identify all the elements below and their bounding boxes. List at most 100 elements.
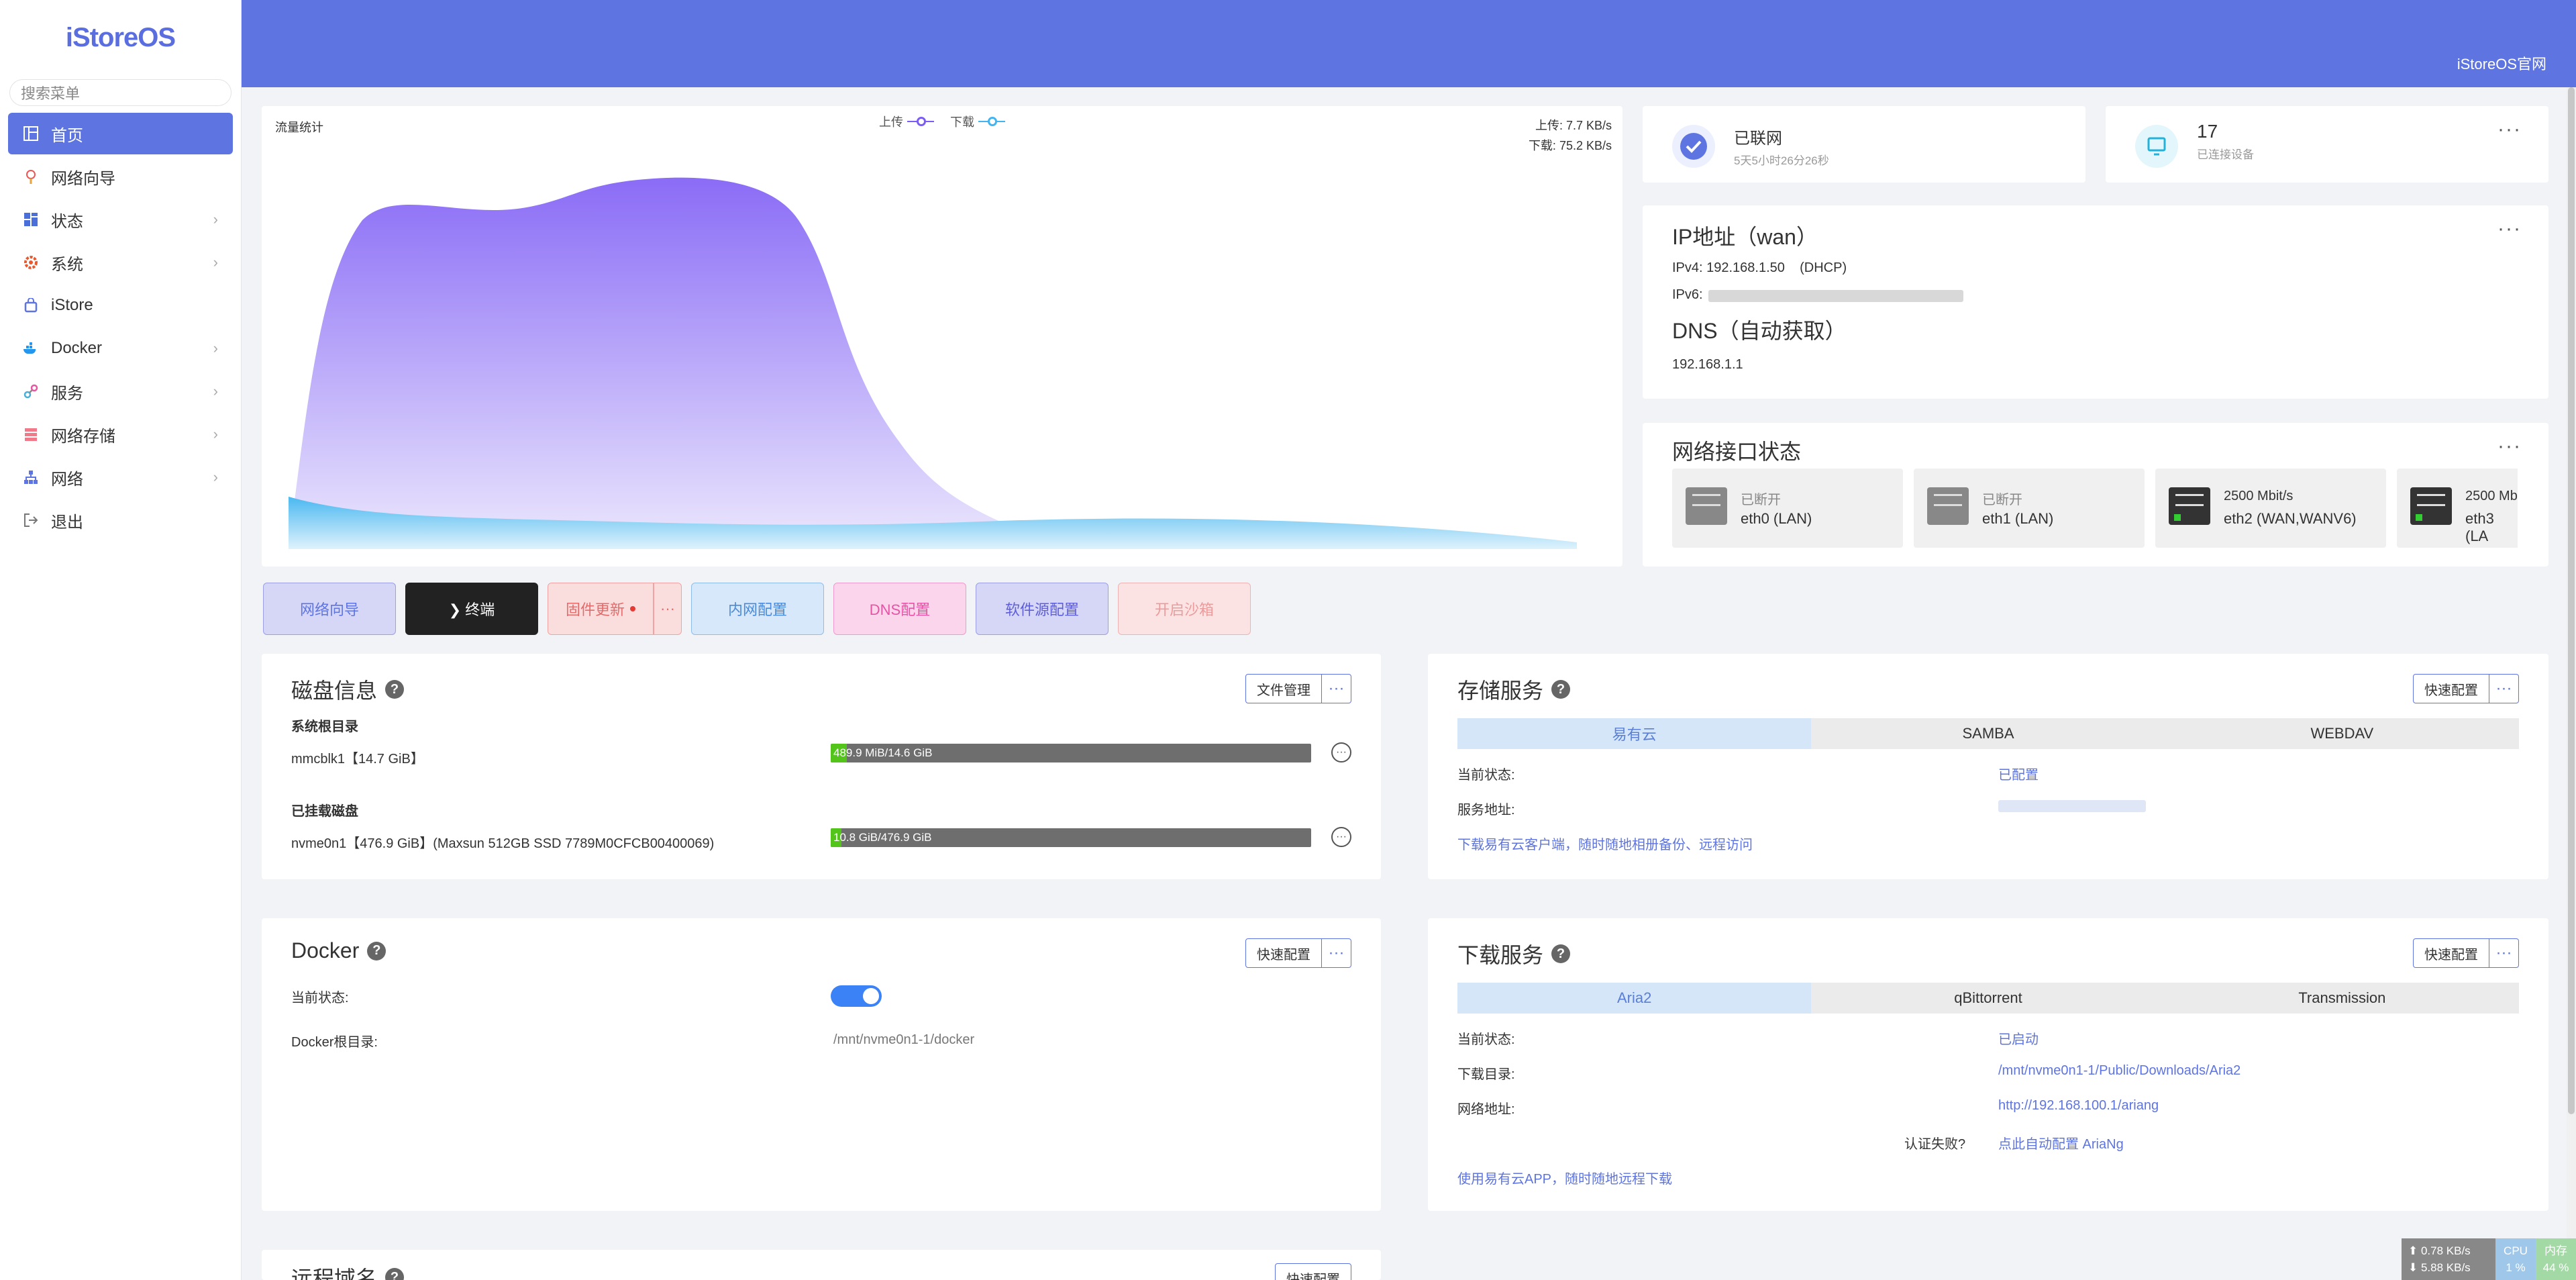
tab-qbittorrent[interactable]: qBittorrent bbox=[1811, 983, 2165, 1014]
update-dot-icon bbox=[630, 606, 635, 611]
remote-section-title: 远程域名 ? bbox=[291, 1262, 405, 1280]
sidebar-item-label: 首页 bbox=[51, 126, 83, 145]
terminal-button[interactable]: ❯ 终端 bbox=[405, 583, 538, 635]
sidebar-item-label: 状态 bbox=[51, 212, 83, 231]
mounted-disk-more-icon[interactable]: ··· bbox=[1331, 827, 1351, 847]
help-icon[interactable]: ? bbox=[385, 1268, 405, 1280]
tab-webdav[interactable]: WEBDAV bbox=[2165, 718, 2519, 749]
interface-name: eth0 (LAN) bbox=[1741, 510, 1812, 527]
sidebar-item-network[interactable]: 网络 › bbox=[8, 456, 233, 498]
devices-more-icon[interactable]: ··· bbox=[2497, 118, 2522, 141]
download-state-value: 已启动 bbox=[1998, 1032, 2039, 1047]
mounted-usage-text: 10.8 GiB/476.9 GiB bbox=[833, 831, 932, 844]
storage-quick-config-button[interactable]: 快速配置 bbox=[2413, 674, 2489, 703]
chevron-right-icon: › bbox=[213, 426, 218, 442]
logout-icon bbox=[23, 512, 39, 528]
lan-config-button[interactable]: 内网配置 bbox=[691, 583, 824, 635]
sidebar-item-services[interactable]: 服务 › bbox=[8, 371, 233, 412]
docker-section-title: Docker ? bbox=[291, 938, 387, 963]
storage-download-link[interactable]: 下载易有云客户端，随时随地相册备份、远程访问 bbox=[1457, 834, 1753, 853]
file-manager-button[interactable]: 文件管理 bbox=[1245, 674, 1322, 703]
docker-root-value: /mnt/nvme0n1-1/docker bbox=[833, 1032, 975, 1047]
wizard-icon bbox=[23, 168, 39, 185]
root-dir-heading: 系统根目录 bbox=[291, 720, 358, 734]
interface-eth3[interactable]: 2500 Mb eth3 (LA bbox=[2397, 469, 2518, 548]
firmware-update-button[interactable]: 固件更新 bbox=[548, 583, 654, 635]
interfaces-more-icon[interactable]: ··· bbox=[2497, 435, 2522, 458]
devices-count: 17 bbox=[2197, 121, 2218, 142]
sidebar-item-nas[interactable]: 网络存储 › bbox=[8, 413, 233, 455]
ip-more-icon[interactable]: ··· bbox=[2497, 217, 2522, 240]
sidebar-item-status[interactable]: 状态 › bbox=[8, 199, 233, 240]
connected-title: 已联网 bbox=[1734, 130, 1782, 148]
sidebar-item-wizard[interactable]: 网络向导 bbox=[8, 156, 233, 197]
status-icon bbox=[23, 211, 39, 228]
sidebar-item-docker[interactable]: Docker › bbox=[8, 328, 233, 369]
ethernet-port-icon bbox=[2169, 487, 2210, 525]
sidebar-item-system[interactable]: 系统 › bbox=[8, 242, 233, 283]
sidebar-item-label: 网络 bbox=[51, 470, 83, 489]
interface-eth2[interactable]: 2500 Mbit/s eth2 (WAN,WANV6) bbox=[2155, 469, 2386, 548]
system-monitor[interactable]: ⬆ 0.78 KB/s ⬇ 5.88 KB/s CPU 1 % 内存 44 % bbox=[2402, 1238, 2576, 1280]
tab-transmission[interactable]: Transmission bbox=[2165, 983, 2519, 1014]
disk-title: 磁盘信息 bbox=[291, 679, 378, 703]
network-wizard-button[interactable]: 网络向导 bbox=[263, 583, 396, 635]
sidebar-item-home[interactable]: 首页 bbox=[8, 113, 233, 154]
sidebar-item-istore[interactable]: iStore bbox=[8, 285, 233, 326]
upload-speed: ⬆ 0.78 KB/s bbox=[2408, 1244, 2471, 1257]
firmware-update-label: 固件更新 bbox=[565, 601, 625, 618]
interfaces-title: 网络接口状态 bbox=[1672, 440, 1802, 464]
search-input[interactable]: 搜索菜单 bbox=[9, 79, 231, 106]
logo[interactable]: iStoreOS bbox=[0, 0, 241, 75]
help-icon[interactable]: ? bbox=[1551, 944, 1571, 963]
docker-enable-toggle[interactable] bbox=[831, 985, 882, 1007]
download-dir-value[interactable]: /mnt/nvme0n1-1/Public/Downloads/Aria2 bbox=[1998, 1063, 2240, 1079]
sandbox-button[interactable]: 开启沙箱 bbox=[1118, 583, 1251, 635]
scrollbar-thumb[interactable] bbox=[2568, 87, 2575, 1114]
ip-card: IP地址（wan） ··· IPv4: 192.168.1.50 (DHCP) … bbox=[1643, 205, 2548, 399]
connected-icon bbox=[1672, 125, 1715, 168]
software-source-button[interactable]: 软件源配置 bbox=[976, 583, 1109, 635]
interface-status: 已断开 bbox=[1741, 493, 1781, 507]
storage-icon bbox=[23, 426, 39, 442]
dns-title: DNS（自动获取） bbox=[1672, 319, 1847, 343]
remote-quick-config-button[interactable]: 快速配置 bbox=[1275, 1263, 1351, 1280]
ethernet-port-icon bbox=[1927, 487, 1969, 525]
istore-site-link[interactable]: iStoreOS官网 bbox=[2457, 52, 2546, 74]
chevron-right-icon: › bbox=[213, 340, 218, 356]
help-icon[interactable]: ? bbox=[1551, 680, 1571, 699]
download-title: 下载服务 bbox=[1457, 943, 1544, 967]
interface-name: eth3 (LA bbox=[2465, 510, 2494, 544]
upload-area bbox=[289, 177, 1577, 549]
download-section-title: 下载服务 ? bbox=[1457, 938, 1571, 969]
root-disk-more-icon[interactable]: ··· bbox=[1331, 742, 1351, 762]
help-icon[interactable]: ? bbox=[385, 680, 405, 699]
disk-section-title: 磁盘信息 ? bbox=[291, 674, 405, 705]
dns-value: 192.168.1.1 bbox=[1672, 357, 1743, 372]
storage-more-button[interactable]: ··· bbox=[2489, 674, 2519, 703]
page-scrollbar[interactable] bbox=[2567, 87, 2576, 1280]
download-more-button[interactable]: ··· bbox=[2489, 938, 2519, 968]
tab-aria2[interactable]: Aria2 bbox=[1457, 983, 1812, 1014]
tab-yiyouyun[interactable]: 易有云 bbox=[1457, 718, 1812, 749]
help-icon[interactable]: ? bbox=[367, 941, 387, 961]
auto-config-ariang-link[interactable]: 点此自动配置 AriaNg bbox=[1998, 1133, 2124, 1152]
chevron-right-icon: › bbox=[213, 383, 218, 399]
sidebar-item-logout[interactable]: 退出 bbox=[8, 499, 233, 541]
download-quick-config-button[interactable]: 快速配置 bbox=[2413, 938, 2489, 968]
download-url-value[interactable]: http://192.168.100.1/ariang bbox=[1998, 1098, 2159, 1114]
ipv4-value: IPv4: 192.168.1.50 (DHCP) bbox=[1672, 260, 1847, 275]
sidebar-item-label: 退出 bbox=[51, 513, 83, 532]
download-tabs: Aria2 qBittorrent Transmission bbox=[1457, 983, 2519, 1014]
interface-eth0[interactable]: 已断开 eth0 (LAN) bbox=[1672, 469, 1903, 548]
sidebar-item-label: 网络存储 bbox=[51, 427, 115, 446]
firmware-more-button[interactable]: ··· bbox=[654, 583, 682, 635]
download-app-link[interactable]: 使用易有云APP，随时随地远程下载 bbox=[1457, 1168, 1672, 1187]
interface-eth1[interactable]: 已断开 eth1 (LAN) bbox=[1914, 469, 2145, 548]
dns-config-button[interactable]: DNS配置 bbox=[833, 583, 966, 635]
disk-more-button[interactable]: ··· bbox=[1322, 674, 1351, 703]
docker-more-button[interactable]: ··· bbox=[1322, 938, 1351, 968]
cpu-value: 1 % bbox=[2506, 1261, 2526, 1274]
tab-samba[interactable]: SAMBA bbox=[1811, 718, 2165, 749]
docker-quick-config-button[interactable]: 快速配置 bbox=[1245, 938, 1322, 968]
